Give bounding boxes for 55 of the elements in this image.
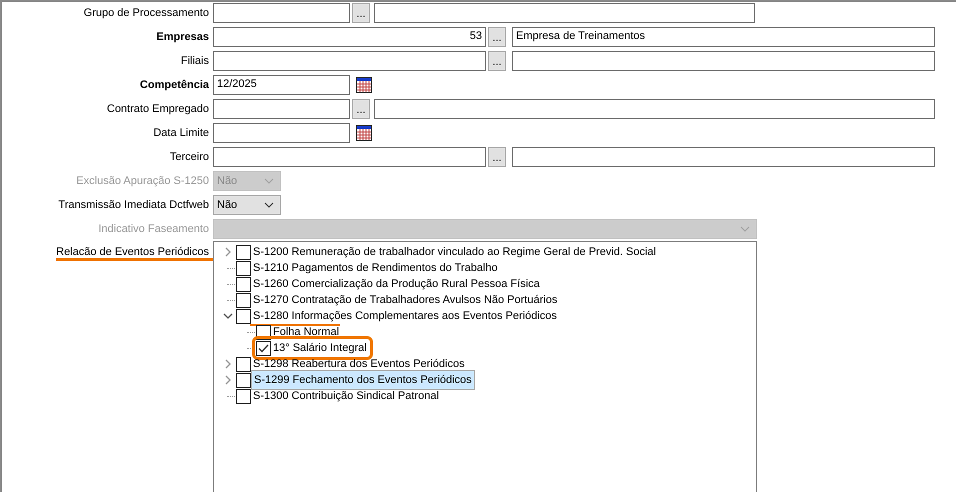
- tree-item[interactable]: S-1280 Informações Complementares aos Eventos Periódicos: [251, 308, 559, 324]
- field-label: Relacão de Eventos Periódicos: [56, 246, 213, 258]
- field-label: Transmissão Imediata Dctfweb: [57, 199, 210, 211]
- dropdown[interactable]: Não: [213, 195, 281, 215]
- description-field[interactable]: [374, 3, 755, 23]
- tree-item[interactable]: S-1298 Reabertura dos Eventos Periódicos: [251, 356, 467, 372]
- tree-item[interactable]: S-1270 Contratação de Trabalhadores Avulsos Não Portuários: [251, 292, 560, 308]
- checkbox[interactable]: [236, 260, 251, 276]
- chevron-right-icon[interactable]: [223, 247, 233, 257]
- field-label: Terceiro: [168, 151, 210, 163]
- code-field[interactable]: 53: [213, 27, 486, 47]
- field-label: Grupo de Processamento: [82, 7, 210, 19]
- checkbox[interactable]: [256, 340, 271, 356]
- field-label: Filiais: [180, 55, 210, 67]
- chevron-right-icon[interactable]: [223, 359, 233, 369]
- lookup-button[interactable]: ...: [488, 27, 506, 47]
- checkbox[interactable]: [236, 244, 251, 260]
- tree-item[interactable]: S-1299 Fechamento dos Eventos Periódicos: [251, 370, 475, 390]
- field-label: Contrato Empregado: [106, 103, 210, 115]
- description-field[interactable]: [512, 51, 935, 71]
- checkbox[interactable]: [236, 388, 251, 404]
- checkbox[interactable]: [236, 292, 251, 308]
- tree-item[interactable]: 13° Salário Integral: [271, 340, 369, 356]
- lookup-button[interactable]: ...: [352, 3, 370, 23]
- chevron-down-icon[interactable]: [223, 311, 233, 321]
- field-label: Exclusão Apuração S-1250: [75, 175, 210, 187]
- code-field[interactable]: [213, 99, 350, 119]
- tree-item[interactable]: S-1260 Comercialização da Produção Rural Pessoa Física: [251, 276, 542, 292]
- date-field[interactable]: [213, 123, 350, 143]
- date-field[interactable]: 12/2025: [213, 75, 350, 95]
- tree-item[interactable]: S-1210 Pagamentos de Rendimentos do Trabalho: [251, 260, 500, 276]
- checkbox[interactable]: [236, 372, 251, 388]
- lookup-button[interactable]: ...: [488, 147, 506, 167]
- lookup-button[interactable]: ...: [488, 51, 506, 71]
- tree-item[interactable]: S-1300 Contribuição Sindical Patronal: [251, 388, 441, 404]
- checkbox[interactable]: [236, 356, 251, 372]
- field-label: Data Limite: [152, 127, 210, 139]
- chevron-down-icon[interactable]: [264, 202, 274, 208]
- code-field[interactable]: [213, 3, 350, 23]
- description-field[interactable]: [374, 99, 935, 119]
- field-label: Indicativo Faseamento: [97, 223, 210, 235]
- code-field[interactable]: [213, 51, 486, 71]
- checkbox[interactable]: [236, 276, 251, 292]
- calendar-icon[interactable]: [356, 77, 372, 93]
- checkbox[interactable]: [236, 308, 251, 324]
- description-field[interactable]: Empresa de Treinamentos: [512, 27, 935, 47]
- tree-item[interactable]: Folha Normal: [271, 324, 342, 340]
- code-field[interactable]: [213, 147, 486, 167]
- lookup-button[interactable]: ...: [352, 99, 370, 119]
- field-label: Competência: [138, 79, 210, 91]
- chevron-right-icon[interactable]: [223, 375, 233, 385]
- description-field[interactable]: [512, 147, 935, 167]
- field-label: Empresas: [155, 31, 210, 43]
- calendar-icon[interactable]: [356, 125, 372, 141]
- tree-item[interactable]: S-1200 Remuneração de trabalhador vinculado ao Regime Geral de Previd. Social: [251, 244, 658, 260]
